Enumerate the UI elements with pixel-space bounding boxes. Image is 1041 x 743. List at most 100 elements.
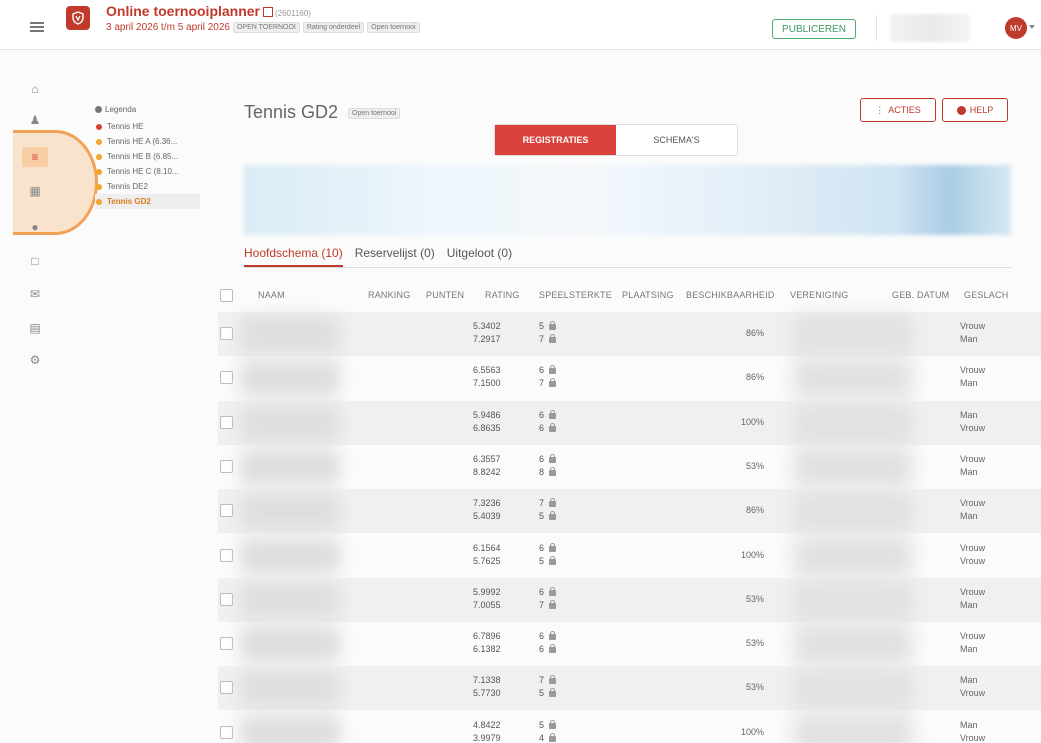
legend-item-label: Tennis HE B (6.85... xyxy=(107,152,179,161)
print-icon[interactable]: ▤ xyxy=(28,321,42,335)
table-row[interactable]: 7.3236 5.4039 7 5 86% Vrouw Man xyxy=(218,489,1041,534)
row-checkbox[interactable] xyxy=(220,681,233,695)
rating-value: 5.3402 xyxy=(473,321,501,331)
help-button[interactable]: HELP xyxy=(942,98,1008,122)
speelsterkte-value: 5 xyxy=(539,719,545,730)
lock-icon xyxy=(549,365,557,375)
tab-registraties[interactable]: REGISTRATIES xyxy=(495,125,616,155)
table-row[interactable]: 6.3557 8.8242 6 8 53% Vrouw Man xyxy=(218,445,1041,489)
row-checkbox[interactable] xyxy=(220,327,233,340)
table-row[interactable]: 4.8422 3.9979 5 4 100% Man Vrouw xyxy=(218,711,1041,743)
row-checkbox[interactable] xyxy=(220,725,233,739)
legend-item-tennis-gd2[interactable]: Tennis GD2 xyxy=(95,194,200,209)
app-title-text: Online toernooiplanner xyxy=(106,3,261,19)
vereniging-redacted xyxy=(793,358,913,399)
row-checkbox[interactable] xyxy=(220,415,233,429)
app-logo[interactable] xyxy=(66,6,90,30)
chevron-down-icon[interactable] xyxy=(1029,25,1035,29)
tab-reservelijst[interactable]: Reservelijst (0) xyxy=(355,246,435,267)
app-title[interactable]: Online toernooiplanner (2601160) xyxy=(106,3,311,19)
col-geb-datum[interactable]: GEB. DATUM xyxy=(892,290,949,300)
col-beschikbaarheid[interactable]: BESCHIKBAARHEID xyxy=(686,290,775,300)
rating-value: 6.1382 xyxy=(473,644,501,655)
col-speelsterkte[interactable]: SPEELSTERKTE xyxy=(539,290,612,300)
table-row[interactable]: 5.9486 6.8635 6 6 100% Man Vrouw xyxy=(218,400,1041,445)
col-ranking[interactable]: RANKING xyxy=(368,290,410,300)
player-name-redacted xyxy=(240,581,340,618)
display-icon[interactable]: □ xyxy=(28,254,42,268)
avatar[interactable]: MV xyxy=(1005,17,1027,39)
legend-item-tennis-he-c[interactable]: Tennis HE C (8.10... xyxy=(95,164,200,179)
table-row[interactable]: 5.9992 7.0055 6 7 53% Vrouw Man xyxy=(218,577,1041,622)
menu-icon[interactable] xyxy=(30,22,44,32)
vereniging-redacted xyxy=(793,402,913,443)
rating-value: 7.2917 xyxy=(473,334,501,344)
col-plaatsing[interactable]: PLAATSING xyxy=(622,290,674,300)
acties-button[interactable]: ⋮ ACTIES xyxy=(860,98,936,122)
col-punten[interactable]: PUNTEN xyxy=(426,290,464,300)
tab-uitgeloot[interactable]: Uitgeloot (0) xyxy=(447,246,512,267)
col-naam[interactable]: NAAM xyxy=(258,290,285,300)
lock-icon xyxy=(549,599,557,609)
legend-item-tennis-he-b[interactable]: Tennis HE B (6.85... xyxy=(95,149,200,164)
lock-icon xyxy=(549,719,557,729)
table-row[interactable]: 6.7896 6.1382 6 6 53% Vrouw Man xyxy=(218,622,1041,666)
row-checkbox[interactable] xyxy=(220,459,233,473)
redacted-banner xyxy=(244,165,1011,235)
legend-item-label: Tennis DE2 xyxy=(107,182,148,191)
lock-icon xyxy=(549,422,557,432)
table-row[interactable]: 6.5563 7.1500 6 7 86% Vrouw Man xyxy=(218,356,1041,400)
player-name-redacted xyxy=(240,448,340,485)
speelsterkte-value: 6 xyxy=(539,365,545,376)
legend-item-tennis-he[interactable]: Tennis HE xyxy=(95,119,200,134)
home-icon[interactable]: ⌂ xyxy=(28,82,42,96)
legend-item-tennis-he-a[interactable]: Tennis HE A (6.36... xyxy=(95,134,200,149)
player-name-redacted xyxy=(240,626,340,663)
row-checkbox[interactable] xyxy=(220,592,233,606)
globe-icon[interactable]: ● xyxy=(28,220,42,234)
lock-icon xyxy=(549,631,557,641)
tab-schemas[interactable]: SCHEMA'S xyxy=(616,125,737,155)
rating-value: 5.7730 xyxy=(473,688,501,699)
geslacht-value: Vrouw xyxy=(960,688,986,699)
speelsterkte-cell: 67 xyxy=(539,586,557,612)
row-checkbox[interactable] xyxy=(220,548,233,562)
tag-open-toernooi-2: Open toernooi xyxy=(367,22,420,33)
speelsterkte-cell: 75 xyxy=(539,497,557,523)
page-title: Tennis GD2 xyxy=(244,102,339,122)
table-row[interactable]: 5.3402 7.2917 5 7 86% Vrouw Man xyxy=(218,312,1041,356)
lock-icon xyxy=(549,586,557,596)
col-rating[interactable]: RATING xyxy=(485,290,520,300)
beschikbaarheid-value: 53% xyxy=(745,638,764,649)
header-divider xyxy=(876,15,877,41)
table-row[interactable]: 7.1338 5.7730 7 5 53% Man Vrouw xyxy=(218,666,1041,711)
tag-open-toernooi: OPEN TOERNOOI xyxy=(232,22,300,33)
row-checkbox[interactable] xyxy=(220,637,233,651)
row-checkbox[interactable] xyxy=(220,504,233,518)
settings-icon[interactable]: ⚙ xyxy=(28,353,42,367)
table-row[interactable]: 6.1564 5.7625 6 5 100% Vrouw Vrouw xyxy=(218,534,1041,578)
rating-value: 5.9486 xyxy=(473,409,501,420)
rating-value: 7.1338 xyxy=(473,675,501,686)
external-link-icon[interactable] xyxy=(263,7,274,17)
speelsterkte-cell: 54 xyxy=(539,719,557,743)
geslacht-value: Man xyxy=(960,599,978,610)
lock-icon xyxy=(549,334,557,343)
users-icon[interactable]: ♟ xyxy=(28,113,42,127)
vereniging-redacted xyxy=(793,491,913,532)
rating-cell: 6.3557 8.8242 xyxy=(473,453,501,479)
lock-icon xyxy=(549,542,557,552)
list-icon[interactable]: ≡ xyxy=(28,150,42,164)
bracket-icon[interactable]: ▦ xyxy=(28,184,42,198)
speelsterkte-value: 6 xyxy=(539,644,545,655)
col-geslacht[interactable]: GESLACH xyxy=(964,290,1008,300)
col-vereniging[interactable]: VERENIGING xyxy=(790,290,849,300)
legend-item-tennis-de2[interactable]: Tennis DE2 xyxy=(95,179,200,194)
tab-hoofdschema[interactable]: Hoofdschema (10) xyxy=(244,246,343,267)
beschikbaarheid-value: 100% xyxy=(740,416,764,427)
select-all-checkbox[interactable] xyxy=(220,289,233,302)
geslacht-value: Man xyxy=(960,378,978,389)
row-checkbox[interactable] xyxy=(220,371,233,385)
publish-button[interactable]: PUBLICEREN xyxy=(772,19,856,39)
mail-icon[interactable]: ✉ xyxy=(28,287,42,301)
